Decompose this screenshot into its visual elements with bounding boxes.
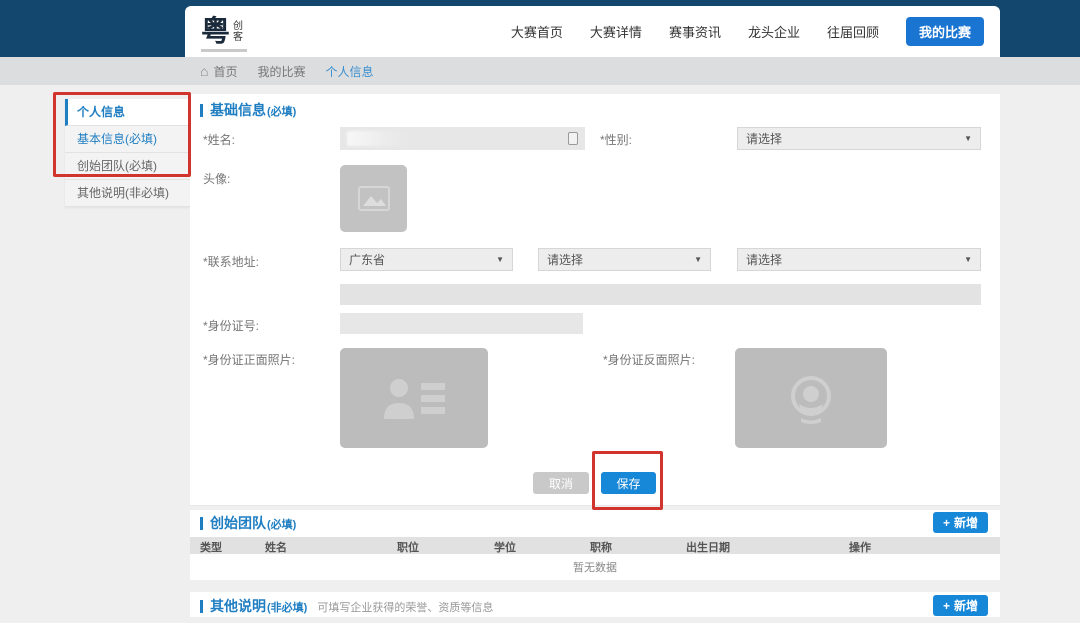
other-section-header: 其他说明 (非必填) 可填写企业获得的荣誉、资质等信息 [200,596,493,616]
input-addon-icon[interactable] [568,132,578,145]
avatar-label: 头像: [203,170,230,187]
team-table-header: 类型 姓名 职位 学位 职称 出生日期 操作 [190,537,1000,554]
site-logo[interactable]: 粤 创 客 [201,17,243,47]
breadcrumb: ⌂ 首页 我的比赛 个人信息 [0,57,1080,85]
name-label: *姓名: [203,131,235,148]
main-nav: 大赛首页 大赛详情 赛事资讯 龙头企业 往届回顾 我的比赛 [511,17,984,46]
team-empty-state: 暂无数据 [190,558,1000,578]
sidebar-item-basic-info[interactable]: 基本信息(必填) [65,126,190,153]
site-header: 粤 创 客 大赛首页 大赛详情 赛事资讯 龙头企业 往届回顾 我的比赛 [185,6,1000,57]
id-back-label: *身份证反面照片: [603,351,695,368]
address-city-value: 请选择 [547,251,583,268]
sidebar-item-personal-info[interactable]: 个人信息 [65,99,190,126]
avatar-upload[interactable] [340,165,407,232]
home-icon: ⌂ [200,65,208,77]
chevron-down-icon: ▼ [496,255,504,264]
other-hint: 可填写企业获得的荣誉、资质等信息 [317,599,493,615]
nav-item-home[interactable]: 大赛首页 [511,22,563,41]
logo-text-top: 创 [233,21,243,32]
id-front-upload[interactable] [340,348,488,448]
chevron-down-icon: ▼ [694,255,702,264]
sidebar: 个人信息 基本信息(必填) 创始团队(必填) 其他说明(非必填) [65,99,190,207]
name-input[interactable] [340,127,585,150]
team-title: 创始团队 [210,513,266,533]
section-bar-icon [200,517,203,530]
breadcrumb-home[interactable]: ⌂ 首页 [200,63,237,80]
other-add-label: 新增 [954,597,978,614]
section-bar-icon [200,600,203,613]
save-button[interactable]: 保存 [601,472,656,494]
logo-text: 创 客 [233,21,243,43]
id-number-input[interactable] [340,313,583,334]
section-bar-icon [200,104,203,117]
nav-item-news[interactable]: 赛事资讯 [669,22,721,41]
page: 粤 创 客 大赛首页 大赛详情 赛事资讯 龙头企业 往届回顾 我的比赛 ⌂ 首页… [0,0,1080,623]
id-card-front-icon [381,377,447,419]
other-title: 其他说明 [210,596,266,616]
address-province-select[interactable]: 广东省 ▼ [340,248,513,271]
chevron-down-icon: ▼ [964,134,972,143]
nav-item-enterprises[interactable]: 龙头企业 [748,22,800,41]
col-name: 姓名 [265,539,287,555]
breadcrumb-current: 个人信息 [326,63,374,80]
team-add-label: 新增 [954,514,978,531]
logo-caption [201,49,247,52]
team-section-header: 创始团队 (必填) [200,513,296,533]
address-city-select[interactable]: 请选择 ▼ [538,248,711,271]
gender-select-value: 请选择 [746,130,782,147]
breadcrumb-home-label: 首页 [213,63,237,80]
address-detail-input[interactable] [340,284,981,305]
breadcrumb-my-matches[interactable]: 我的比赛 [257,63,305,80]
col-birthdate: 出生日期 [686,539,730,555]
id-front-label: *身份证正面照片: [203,351,295,368]
gender-label: *性别: [600,131,632,148]
logo-glyph: 粤 [201,17,230,47]
col-position: 职位 [397,539,419,555]
sidebar-item-other-notes[interactable]: 其他说明(非必填) [65,180,190,207]
id-number-label: *身份证号: [203,317,259,334]
chevron-down-icon: ▼ [964,255,972,264]
nav-item-details[interactable]: 大赛详情 [590,22,642,41]
other-add-button[interactable]: + 新增 [933,595,988,616]
col-degree: 学位 [494,539,516,555]
other-title-suffix: (非必填) [267,599,307,615]
address-province-value: 广东省 [349,251,385,268]
id-back-upload[interactable] [735,348,887,448]
sidebar-item-founding-team[interactable]: 创始团队(必填) [65,153,190,180]
logo-text-bottom: 客 [233,32,243,43]
panel-divider [190,505,1000,506]
team-title-suffix: (必填) [267,516,296,532]
address-district-value: 请选择 [746,251,782,268]
my-matches-button[interactable]: 我的比赛 [906,17,984,46]
col-type: 类型 [200,539,222,555]
team-add-button[interactable]: + 新增 [933,512,988,533]
cancel-button[interactable]: 取消 [533,472,589,494]
national-emblem-icon [783,370,839,426]
col-title: 职称 [590,539,612,555]
basic-info-title: 基础信息 [210,100,266,120]
photo-icon [357,185,391,212]
redacted-name-value [347,131,409,146]
address-label: *联系地址: [203,253,259,270]
plus-icon: + [943,599,950,613]
plus-icon: + [943,516,950,530]
gender-select[interactable]: 请选择 ▼ [737,127,981,150]
col-actions: 操作 [849,539,871,555]
address-district-select[interactable]: 请选择 ▼ [737,248,981,271]
nav-item-past[interactable]: 往届回顾 [827,22,879,41]
basic-info-title-suffix: (必填) [267,103,296,119]
basic-info-section-header: 基础信息 (必填) [200,100,296,120]
